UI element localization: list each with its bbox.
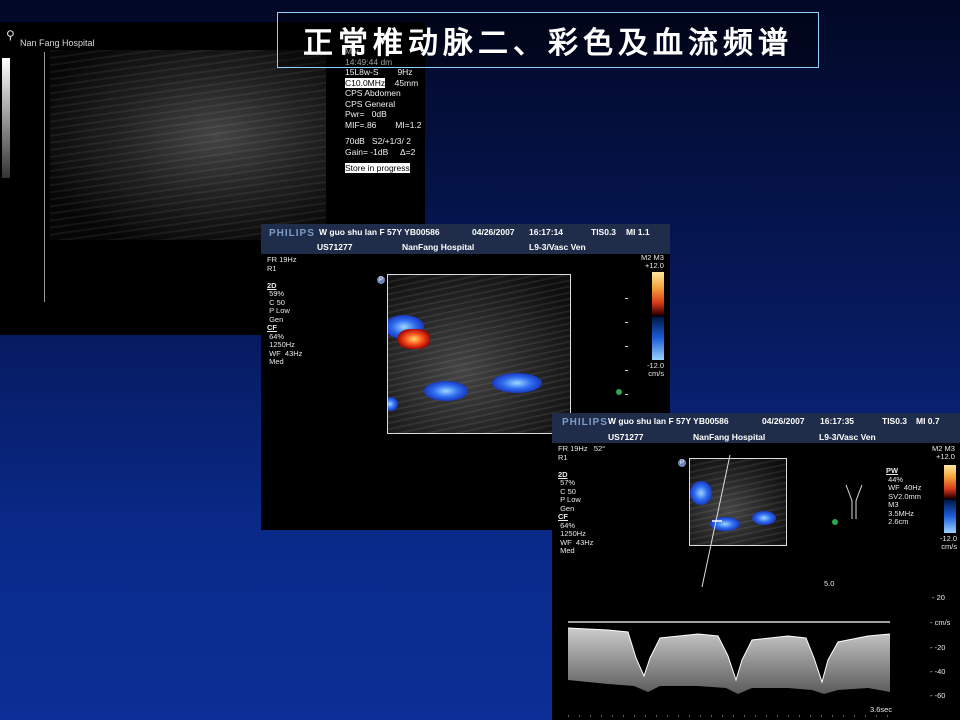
scale-unit: - cm/s	[930, 618, 951, 627]
panel2-patient: W guo shu lan F 57Y YB00586	[319, 227, 440, 237]
scale-label: - -20	[930, 643, 946, 652]
spectral-doppler-panel: PHILIPS W guo shu lan F 57Y YB00586 04/2…	[552, 413, 960, 720]
time-ruler	[568, 715, 890, 717]
flow-red	[398, 329, 430, 349]
panel2-probe: L9-3/Vasc Ven	[529, 242, 586, 252]
depth-tick	[625, 322, 628, 323]
flow-blue-3	[492, 373, 542, 393]
scale-label: - -60	[930, 691, 946, 700]
depth-ruler	[44, 52, 45, 302]
param-line: Med	[267, 357, 284, 366]
velocity-colorbar	[652, 272, 664, 360]
flow-blue-3	[752, 511, 776, 525]
panel1-param-line: CPS Abdomen	[345, 88, 425, 99]
orientation-icon: P	[678, 459, 686, 467]
vessel-icon	[845, 484, 863, 519]
scale-label: - 20	[932, 593, 945, 602]
panel1-param-text: CPS General	[345, 98, 396, 109]
focus-marker	[616, 389, 622, 395]
panel2-time: 16:17:14	[529, 227, 564, 237]
depth-tick	[625, 346, 628, 347]
panel1-param-line: Pwr= 0dB	[345, 109, 425, 120]
doppler-cursor-line	[701, 455, 731, 588]
panel3-date: 04/26/2007	[762, 416, 805, 426]
doppler-spectrum	[568, 621, 890, 694]
velocity-colorbar	[944, 465, 956, 533]
depth-tick	[625, 394, 628, 395]
panel3-tis: TIS0.3	[882, 416, 908, 426]
panel1-param-line: Store in progress	[345, 163, 425, 174]
panel3-time: 16:17:35	[820, 416, 855, 426]
panel3-hospital: NanFang Hospital	[693, 432, 766, 442]
panel3-mi: MI 0.7	[916, 416, 940, 426]
flow-blue-2	[424, 381, 468, 401]
panel2-parameters: FR 19Hz R1 2D 59% C 50 P Low Gen CF 64% 12…	[267, 255, 302, 367]
panel2-hospital: NanFang Hospital	[402, 242, 475, 252]
tissue-texture	[388, 275, 570, 433]
panel1-param-line: Gain= -1dB Δ=2	[345, 147, 425, 158]
panel3-brand: PHILIPS	[562, 417, 608, 428]
panel1-param-suffix: 45mm	[385, 77, 419, 88]
panel3-parameters: FR 19Hz 52° R1 2D 57% C 50 P Low Gen CF 64…	[558, 444, 605, 556]
panel1-hospital-name: Nan Fang Hospital	[20, 38, 95, 48]
panel1-param-text: CPS Abdomen	[345, 88, 401, 98]
color-box	[387, 274, 571, 434]
panel2-mi: MI 1.1	[626, 227, 650, 237]
panel2-system: US71277	[317, 242, 353, 252]
panel1-param-line: C10.0MHz 45mm	[345, 77, 425, 89]
panel1-param-text: Store in progress	[345, 163, 410, 173]
panel3-probe: L9-3/Vasc Ven	[819, 432, 876, 442]
panel1-param-text: C10.0MHz	[345, 77, 386, 88]
panel3-patient: W guo shu lan F 57Y YB00586	[608, 416, 729, 426]
orientation-icon: P	[377, 276, 385, 284]
panel1-param-text: 70dB S2/+1/3/ 2	[345, 136, 411, 146]
panel1-param-line: 70dB S2/+1/3/ 2	[345, 136, 425, 147]
panel1-param-text: Gain= -1dB Δ=2	[345, 146, 416, 157]
panel2-brand: PHILIPS	[269, 228, 315, 239]
bmode-texture	[50, 50, 326, 240]
depth-label: 5.0	[824, 579, 835, 588]
panel1-param-line: 15L8w-S 9Hz	[345, 67, 425, 78]
focus-marker	[832, 519, 838, 525]
param-line: R1	[267, 263, 277, 273]
panel2-colorbar-top: M2 M3 +12.0	[641, 253, 664, 270]
panel1-param-text: Pwr= 0dB	[345, 109, 387, 119]
panel3-system: US71277	[608, 432, 644, 442]
scale-label: - -40	[930, 667, 946, 676]
depth-tick	[625, 298, 628, 299]
panel2-header: PHILIPS W guo shu lan F 57Y YB00586 04/2…	[261, 224, 670, 254]
panel3-header: PHILIPS W guo shu lan F 57Y YB00586 04/2…	[552, 413, 960, 443]
param-line: Med	[558, 546, 575, 555]
panel3-colorbar-bottom: -12.0 cm/s	[940, 534, 958, 551]
probe-icon: ⚲	[6, 28, 15, 42]
grayscale-bar	[2, 58, 10, 178]
param-line: 2.6cm	[886, 517, 909, 526]
slide-title: 正常椎动脉二、彩色及血流频谱	[277, 12, 819, 68]
panel2-date: 04/26/2007	[472, 227, 515, 237]
panel1-param-text: MIF=.86 MI=1.2	[345, 119, 422, 130]
panel2-colorbar-bottom: -12.0 cm/s	[647, 361, 665, 378]
panel1-param-text: 15L8w-S 9Hz	[345, 67, 413, 77]
panel3-colorbar-top: M2 M3 +12.0	[932, 444, 955, 461]
panel2-tis: TIS0.3	[591, 227, 617, 237]
pw-parameters: PW 44% WF 40Hz SV2.0mm M3 3.5MHz 2.6cm	[886, 466, 921, 527]
param-line: R1	[558, 452, 568, 462]
panel1-param-line: CPS General	[345, 99, 425, 110]
panel1-param-line: MIF=.86 MI=1.2	[345, 120, 425, 131]
depth-tick	[625, 370, 628, 371]
